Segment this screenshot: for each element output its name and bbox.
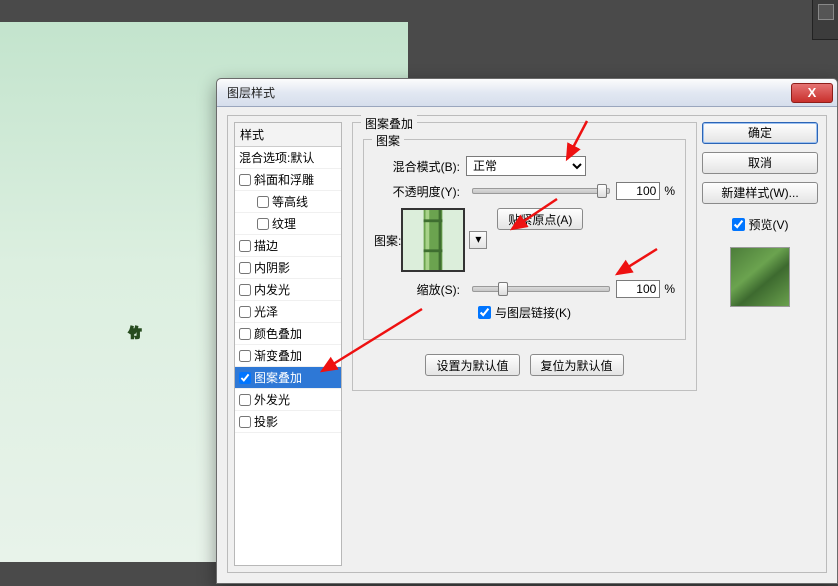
pattern-overlay-panel: 图案叠加 图案 混合模式(B): 正常 不透明度(Y): % (352, 122, 697, 566)
svg-text:竹: 竹 (128, 325, 141, 340)
style-bevel-emboss[interactable]: 斜面和浮雕 (235, 169, 341, 191)
link-with-layer-row: 与图层链接(K) (374, 304, 675, 321)
preview-swatch (730, 247, 790, 307)
scale-slider[interactable] (472, 286, 610, 292)
blend-mode-label: 混合模式(B): (374, 158, 460, 175)
blend-mode-row: 混合模式(B): 正常 (374, 156, 675, 176)
style-color-overlay[interactable]: 颜色叠加 (235, 323, 341, 345)
link-with-layer-check[interactable] (478, 306, 491, 319)
scale-row: 缩放(S): % (374, 280, 675, 298)
pattern-label: 图案: (374, 232, 401, 249)
inner-legend: 图案 (372, 132, 404, 149)
opacity-slider-thumb[interactable] (597, 184, 607, 198)
pattern-inner-group: 图案 混合模式(B): 正常 不透明度(Y): % 图案 (363, 139, 686, 340)
right-tool-strip (812, 0, 838, 40)
styles-list: 样式 混合选项:默认 斜面和浮雕 等高线 纹理 描边 内阴影 内发光 光泽 颜色… (234, 122, 342, 566)
cancel-button[interactable]: 取消 (702, 152, 818, 174)
panel-icon[interactable] (818, 4, 834, 20)
scale-label: 缩放(S): (374, 281, 460, 298)
style-contour[interactable]: 等高线 (235, 191, 341, 213)
style-texture[interactable]: 纹理 (235, 213, 341, 235)
style-gradient-overlay[interactable]: 渐变叠加 (235, 345, 341, 367)
style-satin-check[interactable] (239, 306, 251, 318)
make-default-button[interactable]: 设置为默认值 (425, 354, 519, 376)
percent-label-2: % (664, 282, 675, 296)
pattern-overlay-group: 图案叠加 图案 混合模式(B): 正常 不透明度(Y): % (352, 122, 697, 391)
dialog-title: 图层样式 (227, 84, 275, 101)
percent-label: % (664, 184, 675, 198)
style-pattern-overlay-check[interactable] (239, 372, 251, 384)
opacity-value[interactable] (616, 182, 660, 200)
dialog-actions: 确定 取消 新建样式(W)... 预览(V) (702, 122, 818, 307)
blend-mode-select[interactable]: 正常 (466, 156, 586, 176)
blending-options-default[interactable]: 混合选项:默认 (235, 147, 341, 169)
style-satin[interactable]: 光泽 (235, 301, 341, 323)
snap-to-origin-button[interactable]: 贴紧原点(A) (497, 208, 583, 230)
preview-row: 预览(V) (702, 216, 818, 233)
style-bevel-emboss-check[interactable] (239, 174, 251, 186)
preview-check[interactable] (732, 218, 745, 231)
opacity-row: 不透明度(Y): % (374, 182, 675, 200)
pattern-picker-dropdown[interactable]: ▾ (469, 231, 487, 249)
style-outer-glow[interactable]: 外发光 (235, 389, 341, 411)
group-legend: 图案叠加 (361, 115, 417, 132)
style-inner-glow[interactable]: 内发光 (235, 279, 341, 301)
style-texture-check[interactable] (257, 218, 269, 230)
style-inner-shadow[interactable]: 内阴影 (235, 257, 341, 279)
preview-label: 预览(V) (749, 216, 789, 233)
link-with-layer-label: 与图层链接(K) (495, 304, 571, 321)
bamboo-character-layer: 竹 (40, 197, 230, 387)
layer-style-dialog: 图层样式 X 样式 混合选项:默认 斜面和浮雕 等高线 纹理 描边 内阴影 内发… (216, 78, 838, 584)
style-pattern-overlay[interactable]: 图案叠加 (235, 367, 341, 389)
pattern-row: 图案: ▾ 贴紧原点(A) (374, 208, 675, 272)
style-inner-shadow-check[interactable] (239, 262, 251, 274)
style-gradient-overlay-check[interactable] (239, 350, 251, 362)
style-inner-glow-check[interactable] (239, 284, 251, 296)
style-color-overlay-check[interactable] (239, 328, 251, 340)
reset-default-button[interactable]: 复位为默认值 (530, 354, 624, 376)
opacity-label: 不透明度(Y): (374, 183, 460, 200)
scale-value[interactable] (616, 280, 660, 298)
dialog-body: 样式 混合选项:默认 斜面和浮雕 等高线 纹理 描边 内阴影 内发光 光泽 颜色… (227, 115, 827, 573)
style-contour-check[interactable] (257, 196, 269, 208)
styles-header[interactable]: 样式 (235, 123, 341, 147)
style-stroke-check[interactable] (239, 240, 251, 252)
ok-button[interactable]: 确定 (702, 122, 818, 144)
default-buttons-row: 设置为默认值 复位为默认值 (363, 354, 686, 376)
style-drop-shadow-check[interactable] (239, 416, 251, 428)
opacity-slider[interactable] (472, 188, 610, 194)
style-outer-glow-check[interactable] (239, 394, 251, 406)
scale-slider-thumb[interactable] (498, 282, 508, 296)
pattern-swatch[interactable] (401, 208, 465, 272)
close-button[interactable]: X (791, 83, 833, 103)
style-drop-shadow[interactable]: 投影 (235, 411, 341, 433)
dialog-titlebar: 图层样式 X (217, 79, 837, 107)
style-stroke[interactable]: 描边 (235, 235, 341, 257)
new-style-button[interactable]: 新建样式(W)... (702, 182, 818, 204)
